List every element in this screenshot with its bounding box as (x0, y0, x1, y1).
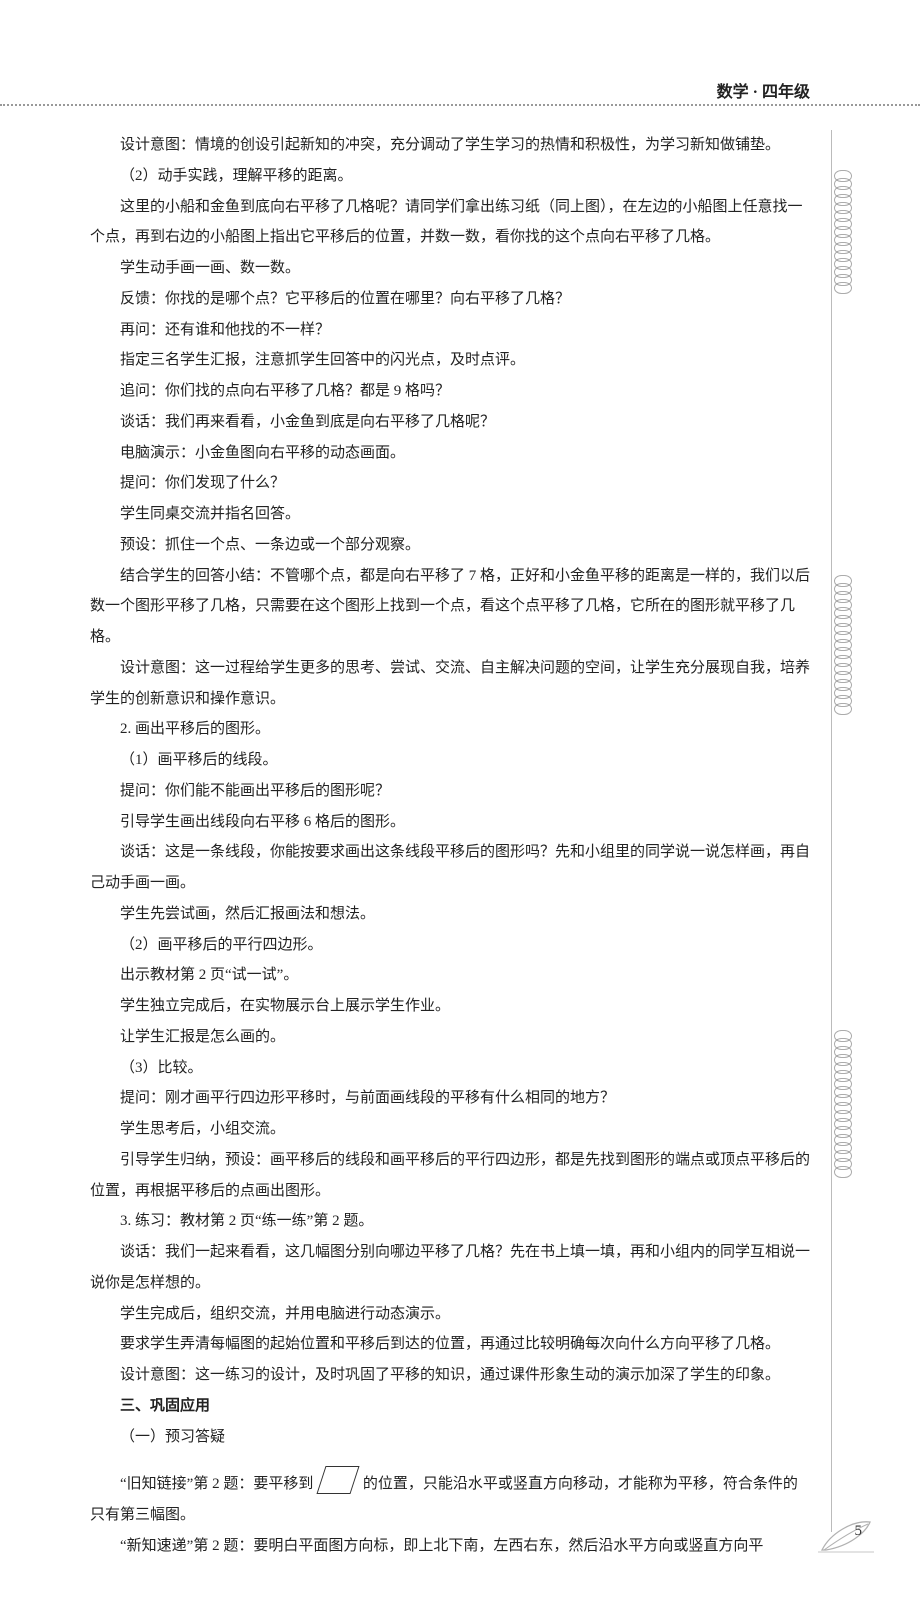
paragraph: 提问：你们能不能画出平移后的图形呢？ (90, 776, 810, 807)
paragraph: （2）画平移后的平行四边形。 (90, 930, 810, 961)
text-before-shape: “旧知链接”第 2 题：要平移到 (120, 1476, 313, 1492)
margin-rule (831, 130, 832, 1532)
subject-label: 数学 (717, 84, 749, 101)
paragraph: 结合学生的回答小结：不管哪个点，都是向右平移了 7 格，正好和小金鱼平移的距离是… (90, 561, 810, 653)
paragraph: 2. 画出平移后的图形。 (90, 714, 810, 745)
paragraph: 设计意图：这一过程给学生更多的思考、尝试、交流、自主解决问题的空间，让学生充分展… (90, 653, 810, 715)
paragraph: 出示教材第 2 页“试一试”。 (90, 960, 810, 991)
paragraph: 再问：还有谁和他找的不一样？ (90, 315, 810, 346)
paragraph: 提问：你们发现了什么？ (90, 468, 810, 499)
paragraph: 学生先尝试画，然后汇报画法和想法。 (90, 899, 810, 930)
feather-icon (816, 1516, 876, 1554)
paragraph: 3. 练习：教材第 2 页“练一练”第 2 题。 (90, 1206, 810, 1237)
paragraph: 设计意图：情境的创设引起新知的冲突，充分调动了学生学习的热情和积极性，为学习新知… (90, 130, 810, 161)
header-divider (0, 104, 920, 106)
binding-spring-mid (834, 575, 856, 711)
paragraph: 学生完成后，组织交流，并用电脑进行动态演示。 (90, 1299, 810, 1330)
paragraph: 设计意图：这一练习的设计，及时巩固了平移的知识，通过课件形象生动的演示加深了学生… (90, 1360, 810, 1391)
paragraph: 引导学生画出线段向右平移 6 格后的图形。 (90, 807, 810, 838)
paragraph: （1）画平移后的线段。 (90, 745, 810, 776)
paragraph: 让学生汇报是怎么画的。 (90, 1022, 810, 1053)
paragraph-with-shape: “旧知链接”第 2 题：要平移到 的位置，只能沿水平或竖直方向移动，才能称为平移… (90, 1466, 810, 1531)
paragraph: （2）动手实践，理解平移的距离。 (90, 161, 810, 192)
page-header: 数学 · 四年级 (717, 78, 810, 102)
header-dot: · (753, 84, 758, 101)
paragraph: 反馈：你找的是哪个点？它平移后的位置在哪里？向右平移了几格？ (90, 284, 810, 315)
paragraph: 电脑演示：小金鱼图向右平移的动态画面。 (90, 438, 810, 469)
paragraph: 这里的小船和金鱼到底向右平移了几格呢？请同学们拿出练习纸（同上图），在左边的小船… (90, 192, 810, 254)
paragraph: “新知速递”第 2 题：要明白平面图方向标，即上北下南，左西右东，然后沿水平方向… (90, 1531, 810, 1562)
paragraph: 学生思考后，小组交流。 (90, 1114, 810, 1145)
paragraph: 追问：你们找的点向右平移了几格？都是 9 格吗？ (90, 376, 810, 407)
paragraph: 引导学生归纳，预设：画平移后的线段和画平移后的平行四边形，都是先找到图形的端点或… (90, 1145, 810, 1207)
binding-spring-bottom (834, 1030, 856, 1174)
paragraph: 谈话：这是一条线段，你能按要求画出这条线段平移后的图形吗？先和小组里的同学说一说… (90, 837, 810, 899)
grade-label: 四年级 (762, 84, 810, 101)
paragraph: 要求学生弄清每幅图的起始位置和平移后到达的位置，再通过比较明确每次向什么方向平移… (90, 1329, 810, 1360)
paragraph: （3）比较。 (90, 1053, 810, 1084)
page-number: 5 (855, 1523, 863, 1540)
page: 数学 · 四年级 设计意图：情境的创设引起新知的冲突，充分调动了学生学习的热情和… (0, 0, 920, 1602)
parallelogram-icon (317, 1466, 360, 1494)
paragraph: 指定三名学生汇报，注意抓学生回答中的闪光点，及时点评。 (90, 345, 810, 376)
paragraph: 谈话：我们再来看看，小金鱼到底是向右平移了几格呢？ (90, 407, 810, 438)
paragraph: （一）预习答疑 (90, 1422, 810, 1453)
body-content: 设计意图：情境的创设引起新知的冲突，充分调动了学生学习的热情和积极性，为学习新知… (90, 130, 810, 1562)
paragraph: 学生独立完成后，在实物展示台上展示学生作业。 (90, 991, 810, 1022)
paragraph: 学生同桌交流并指名回答。 (90, 499, 810, 530)
paragraph: 谈话：我们一起来看看，这几幅图分别向哪边平移了几格？先在书上填一填，再和小组内的… (90, 1237, 810, 1299)
section-heading: 三、巩固应用 (90, 1391, 810, 1422)
binding-spring-top (834, 170, 856, 290)
paragraph: 学生动手画一画、数一数。 (90, 253, 810, 284)
paragraph: 预设：抓住一个点、一条边或一个部分观察。 (90, 530, 810, 561)
paragraph: 提问：刚才画平行四边形平移时，与前面画线段的平移有什么相同的地方？ (90, 1083, 810, 1114)
